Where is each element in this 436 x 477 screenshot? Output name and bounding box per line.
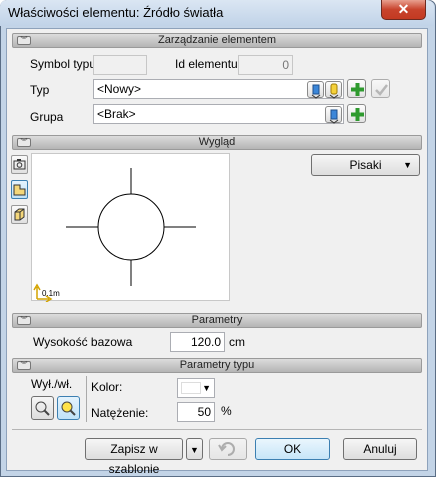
save-template-menu-button[interactable]: ▼	[186, 438, 203, 460]
collapse-chevron-icon[interactable]: ︾	[17, 316, 31, 325]
title-bar: Właściwości elementu: Źródło światła	[0, 0, 434, 26]
intensity-unit: %	[221, 404, 232, 418]
scale-label: 0.1m	[42, 289, 60, 298]
intensity-label: Natężenie:	[91, 406, 149, 420]
type-symbol-field[interactable]	[93, 55, 147, 75]
footer-divider	[12, 429, 422, 430]
section-title: Wygląd	[198, 136, 236, 148]
type-browse-icon[interactable]	[307, 81, 324, 99]
undo-button[interactable]	[209, 438, 247, 460]
section-header-parameters[interactable]: ︾ Parametry	[12, 313, 422, 328]
section-title: Zarządzanie elementem	[157, 34, 276, 46]
element-id-field[interactable]: 0	[238, 55, 293, 75]
group-label: Grupa	[30, 110, 64, 124]
collapse-chevron-icon[interactable]: ︾	[17, 36, 31, 45]
add-type-button[interactable]	[347, 79, 366, 98]
on-off-label: Wył./wł.	[31, 377, 73, 391]
divider	[86, 376, 87, 422]
group-browse-icon[interactable]	[325, 106, 342, 124]
plan-view-icon[interactable]	[11, 180, 28, 199]
base-height-unit: cm	[229, 335, 245, 349]
group-field[interactable]: <Brak>	[93, 104, 344, 124]
collapse-chevron-icon[interactable]: ︾	[17, 361, 31, 370]
color-swatch	[181, 382, 201, 394]
section-header-management[interactable]: ︾ Zarządzanie elementem	[12, 33, 422, 48]
light-on-icon	[61, 401, 76, 416]
section-title: Parametry typu	[179, 359, 255, 371]
type-favorite-icon[interactable]	[325, 81, 342, 99]
save-template-button[interactable]: Zapisz w szablonie	[85, 438, 183, 476]
section-title: Parametry	[191, 314, 243, 326]
confirm-type-button[interactable]	[371, 79, 390, 98]
element-id-label: Id elementu	[175, 57, 238, 71]
section-header-type-parameters[interactable]: ︾ Parametry typu	[12, 358, 422, 373]
undo-icon	[218, 442, 235, 456]
add-group-button[interactable]	[347, 104, 366, 123]
color-label: Kolor:	[91, 380, 123, 394]
light-off-button[interactable]	[31, 396, 54, 420]
chevron-down-icon: ▼	[190, 445, 199, 455]
3d-view-icon[interactable]	[11, 205, 28, 224]
light-off-icon	[35, 401, 50, 416]
type-symbol-label: Symbol typu	[30, 57, 97, 71]
type-label: Typ	[30, 83, 50, 97]
preview-canvas: 0.1m	[31, 153, 230, 303]
section-header-appearance[interactable]: ︾ Wygląd	[12, 135, 422, 150]
base-height-label: Wysokość bazowa	[33, 335, 133, 349]
chevron-down-icon: ▼	[403, 160, 412, 170]
base-height-field[interactable]: 120.0	[170, 332, 225, 352]
chevron-down-icon: ▼	[202, 383, 211, 393]
collapse-chevron-icon[interactable]: ︾	[17, 138, 31, 147]
intensity-field[interactable]: 50	[177, 402, 215, 422]
light-on-button[interactable]	[57, 396, 80, 420]
pens-dropdown-button[interactable]: Pisaki ▼	[311, 154, 420, 176]
ok-button[interactable]: OK	[255, 438, 330, 460]
pens-label: Pisaki	[349, 158, 382, 172]
cancel-button[interactable]: Anuluj	[343, 438, 417, 460]
window-title: Właściwości elementu: Źródło światła	[8, 5, 224, 20]
close-button[interactable]: ✕	[381, 0, 426, 20]
color-picker[interactable]: ▼	[177, 378, 215, 398]
camera-view-icon[interactable]	[11, 155, 28, 174]
light-source-symbol	[33, 168, 196, 303]
